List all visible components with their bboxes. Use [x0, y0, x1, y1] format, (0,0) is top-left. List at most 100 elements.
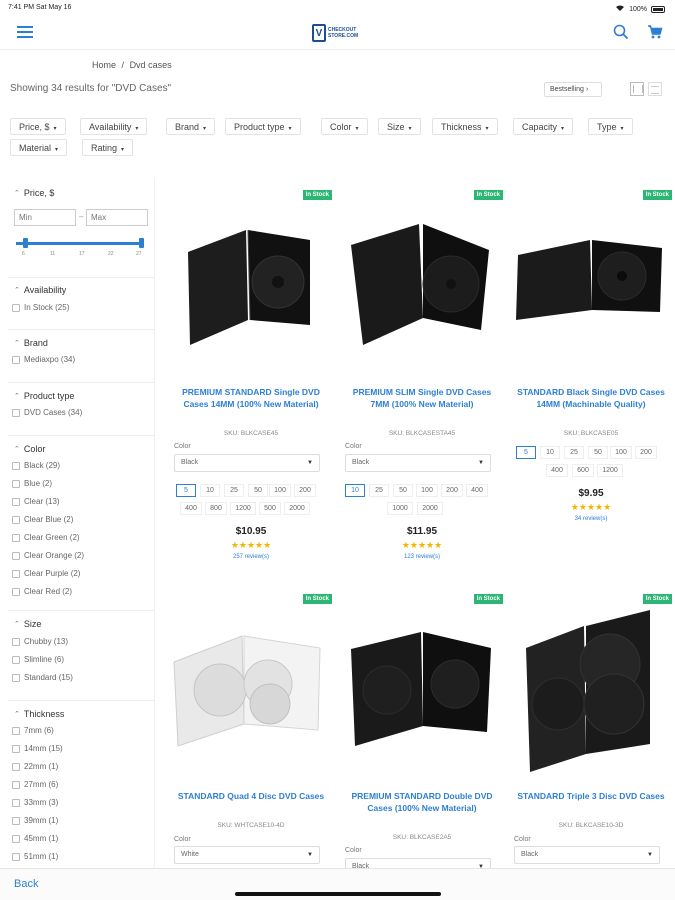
sidebar-size-head[interactable]: ⌃ Size: [14, 619, 41, 629]
review-count[interactable]: 123 review(s): [341, 554, 503, 560]
filter-color[interactable]: Color ▾: [321, 118, 368, 135]
product-card[interactable]: In Stock STANDARD Quad 4 Disc DVD Cases …: [170, 594, 332, 868]
checkbox-thickness[interactable]: 51mm (1): [12, 852, 58, 861]
filter-type[interactable]: Type ▾: [588, 118, 633, 135]
filter-capacity[interactable]: Capacity ▾: [513, 118, 574, 135]
qty-option[interactable]: 100: [269, 484, 291, 497]
product-title[interactable]: STANDARD Black Single DVD Cases 14MM (Ma…: [516, 386, 666, 410]
filter-product-type[interactable]: Product type ▾: [225, 118, 301, 135]
color-select[interactable]: Black ▼: [514, 846, 660, 864]
product-card[interactable]: In Stock PREMIUM STANDARD Single DVD Cas…: [170, 190, 332, 568]
product-card[interactable]: In Stock STANDARD Black Single DVD Cases…: [510, 190, 672, 568]
checkbox-thickness[interactable]: 7mm (6): [12, 726, 54, 735]
qty-option[interactable]: 10: [540, 446, 560, 459]
color-select[interactable]: White ▼: [174, 846, 320, 864]
color-select[interactable]: Black ▼: [345, 454, 491, 472]
product-card[interactable]: In Stock PREMIUM STANDARD Double DVD Cas…: [341, 594, 503, 868]
checkbox-size[interactable]: Standard (15): [12, 673, 73, 682]
back-button[interactable]: Back: [14, 878, 38, 890]
qty-option[interactable]: 200: [294, 484, 316, 497]
qty-option[interactable]: 800: [205, 502, 227, 515]
grid-view-icon[interactable]: [630, 82, 644, 96]
price-slider-max-handle[interactable]: [139, 238, 144, 248]
qty-option[interactable]: 200: [441, 484, 463, 497]
checkbox-color[interactable]: Blue (2): [12, 479, 52, 488]
product-image-dvd-case[interactable]: [341, 604, 503, 774]
qty-option[interactable]: 400: [180, 502, 202, 515]
price-slider-min-handle[interactable]: [23, 238, 28, 248]
checkbox-thickness[interactable]: 39mm (1): [12, 816, 58, 825]
qty-option[interactable]: 25: [564, 446, 584, 459]
sort-dropdown[interactable]: Bestselling ›: [544, 82, 602, 97]
filter-size[interactable]: Size ▾: [378, 118, 421, 135]
breadcrumb-home[interactable]: Home: [92, 60, 116, 70]
product-image-dvd-case[interactable]: [170, 200, 332, 370]
qty-option[interactable]: 1200: [230, 502, 256, 515]
qty-option[interactable]: 2000: [284, 502, 310, 515]
price-min-input[interactable]: [14, 209, 76, 226]
review-count[interactable]: 34 review(s): [510, 516, 672, 522]
list-view-icon[interactable]: [648, 82, 662, 96]
checkbox-in-stock[interactable]: In Stock (25): [12, 303, 69, 312]
home-indicator[interactable]: [235, 892, 441, 896]
qty-option[interactable]: 500: [259, 502, 281, 515]
product-title[interactable]: PREMIUM STANDARD Single DVD Cases 14MM (…: [176, 386, 326, 410]
checkbox-color[interactable]: Black (29): [12, 461, 60, 470]
hamburger-icon[interactable]: [17, 26, 33, 38]
qty-option[interactable]: 200: [635, 446, 657, 459]
product-card[interactable]: In Stock STANDARD Triple 3 Disc DVD Case…: [510, 594, 672, 868]
qty-option[interactable]: 5: [516, 446, 536, 459]
filter-rating[interactable]: Rating ▾: [82, 139, 134, 156]
product-title[interactable]: STANDARD Quad 4 Disc DVD Cases: [176, 790, 326, 802]
checkbox-color[interactable]: Clear Green (2): [12, 533, 80, 542]
product-title[interactable]: PREMIUM STANDARD Double DVD Cases (100% …: [347, 790, 497, 814]
checkbox-thickness[interactable]: 22mm (1): [12, 762, 58, 771]
filter-thickness[interactable]: Thickness ▾: [432, 118, 498, 135]
checkbox-color[interactable]: Clear (13): [12, 497, 60, 506]
filter-brand[interactable]: Brand ▾: [166, 118, 216, 135]
product-image-dvd-case[interactable]: [341, 200, 503, 370]
qty-option[interactable]: 25: [369, 484, 389, 497]
qty-option[interactable]: 50: [588, 446, 608, 459]
checkbox-color[interactable]: Clear Orange (2): [12, 551, 84, 560]
qty-option[interactable]: 10: [200, 484, 220, 497]
qty-option[interactable]: 50: [248, 484, 268, 497]
sidebar-product-type-head[interactable]: ⌃ Product type: [14, 391, 74, 401]
color-select[interactable]: Black ▼: [174, 454, 320, 472]
product-card[interactable]: In Stock PREMIUM SLIM Single DVD Cases 7…: [341, 190, 503, 568]
product-image-dvd-case[interactable]: [510, 604, 672, 774]
checkbox-size[interactable]: Chubby (13): [12, 637, 68, 646]
qty-option[interactable]: 100: [416, 484, 438, 497]
qty-option[interactable]: 400: [546, 464, 568, 477]
product-image-dvd-case[interactable]: [510, 200, 672, 370]
checkbox-color[interactable]: Clear Purple (2): [12, 569, 80, 578]
checkbox-thickness[interactable]: 33mm (3): [12, 798, 58, 807]
color-select[interactable]: Black ▼: [345, 858, 491, 868]
checkbox-dvd-cases[interactable]: DVD Cases (34): [12, 408, 82, 417]
checkbox-color[interactable]: Clear Red (2): [12, 587, 72, 596]
checkbox-thickness[interactable]: 14mm (15): [12, 744, 63, 753]
qty-option[interactable]: 100: [610, 446, 632, 459]
logo[interactable]: V CHECKOUT STORE.COM: [312, 23, 364, 43]
qty-option[interactable]: 600: [572, 464, 594, 477]
filter-price[interactable]: Price, $ ▾: [10, 118, 66, 135]
cart-icon[interactable]: [647, 24, 663, 40]
sidebar-brand-head[interactable]: ⌃ Brand: [14, 338, 48, 348]
checkbox-mediaxpo[interactable]: Mediaxpo (34): [12, 355, 75, 364]
sidebar-color-head[interactable]: ⌃ Color: [14, 444, 45, 454]
sidebar-thickness-head[interactable]: ⌃ Thickness: [14, 709, 64, 719]
qty-option[interactable]: 1000: [387, 502, 413, 515]
qty-option[interactable]: 2000: [417, 502, 443, 515]
filter-material[interactable]: Material ▾: [10, 139, 68, 156]
qty-option[interactable]: 50: [393, 484, 413, 497]
sidebar-price-head[interactable]: ⌃ Price, $: [14, 188, 54, 198]
filter-availability[interactable]: Availability ▾: [80, 118, 148, 135]
qty-option[interactable]: 25: [224, 484, 244, 497]
checkbox-thickness[interactable]: 27mm (6): [12, 780, 58, 789]
qty-option[interactable]: 400: [466, 484, 488, 497]
search-icon[interactable]: [613, 24, 629, 40]
review-count[interactable]: 257 review(s): [170, 554, 332, 560]
qty-option[interactable]: 5: [176, 484, 196, 497]
qty-option[interactable]: 10: [345, 484, 365, 497]
checkbox-color[interactable]: Clear Blue (2): [12, 515, 73, 524]
